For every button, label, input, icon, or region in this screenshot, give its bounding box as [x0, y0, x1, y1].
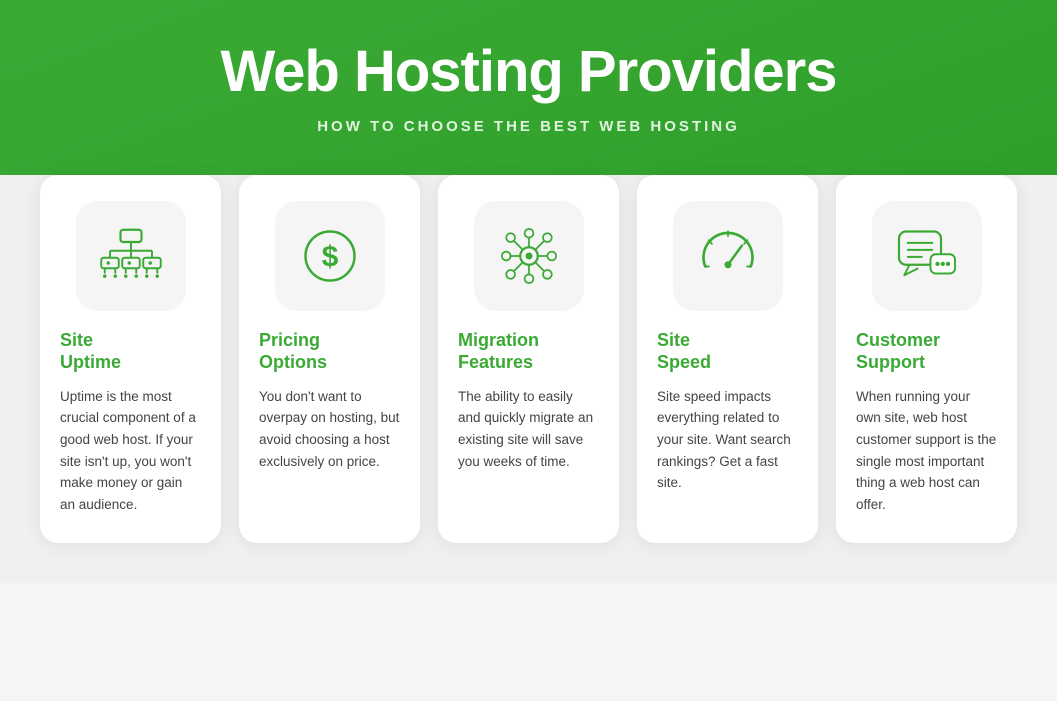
svg-text:$: $: [321, 240, 338, 273]
card-icon-wrapper: [60, 201, 201, 311]
card-title-pricing: PricingOptions: [259, 329, 327, 374]
card-desc-pricing: You don't want to overpay on hosting, bu…: [259, 386, 400, 472]
site-uptime-svg: [96, 221, 166, 291]
card-title-site-uptime: SiteUptime: [60, 329, 121, 374]
settings-network-icon: [474, 201, 584, 311]
card-desc-speed: Site speed impacts everything related to…: [657, 386, 798, 494]
page-wrapper: Web Hosting Providers HOW TO CHOOSE THE …: [0, 0, 1057, 701]
card-title-migration: MigrationFeatures: [458, 329, 539, 374]
card-desc-support: When running your own site, web host cus…: [856, 386, 997, 516]
card-title-support: CustomerSupport: [856, 329, 940, 374]
speed-svg: [693, 221, 763, 291]
card-icon-wrapper-2: $: [259, 201, 400, 311]
pricing-svg: $: [295, 221, 365, 291]
page-subtitle: HOW TO CHOOSE THE BEST WEB HOSTING: [20, 118, 1037, 135]
card-title-speed: SiteSpeed: [657, 329, 711, 374]
card-migration-features: MigrationFeatures The ability to easily …: [438, 175, 619, 544]
card-icon-wrapper-5: [856, 201, 997, 311]
card-icon-wrapper-3: [458, 201, 599, 311]
chat-support-icon: [872, 201, 982, 311]
card-icon-wrapper-4: [657, 201, 798, 311]
card-site-uptime: SiteUptime Uptime is the most crucial co…: [40, 175, 221, 544]
card-pricing-options: $ PricingOptions You don't want to overp…: [239, 175, 420, 544]
card-desc-migration: The ability to easily and quickly migrat…: [458, 386, 599, 472]
page-title: Web Hosting Providers: [20, 40, 1037, 104]
cards-section: SiteUptime Uptime is the most crucial co…: [0, 175, 1057, 584]
support-svg: [892, 221, 962, 291]
server-network-icon: [76, 201, 186, 311]
speedometer-icon: [673, 201, 783, 311]
migration-svg: [494, 221, 564, 291]
card-desc-site-uptime: Uptime is the most crucial component of …: [60, 386, 201, 516]
card-site-speed: SiteSpeed Site speed impacts everything …: [637, 175, 818, 544]
dollar-circle-icon: $: [275, 201, 385, 311]
card-customer-support: CustomerSupport When running your own si…: [836, 175, 1017, 544]
